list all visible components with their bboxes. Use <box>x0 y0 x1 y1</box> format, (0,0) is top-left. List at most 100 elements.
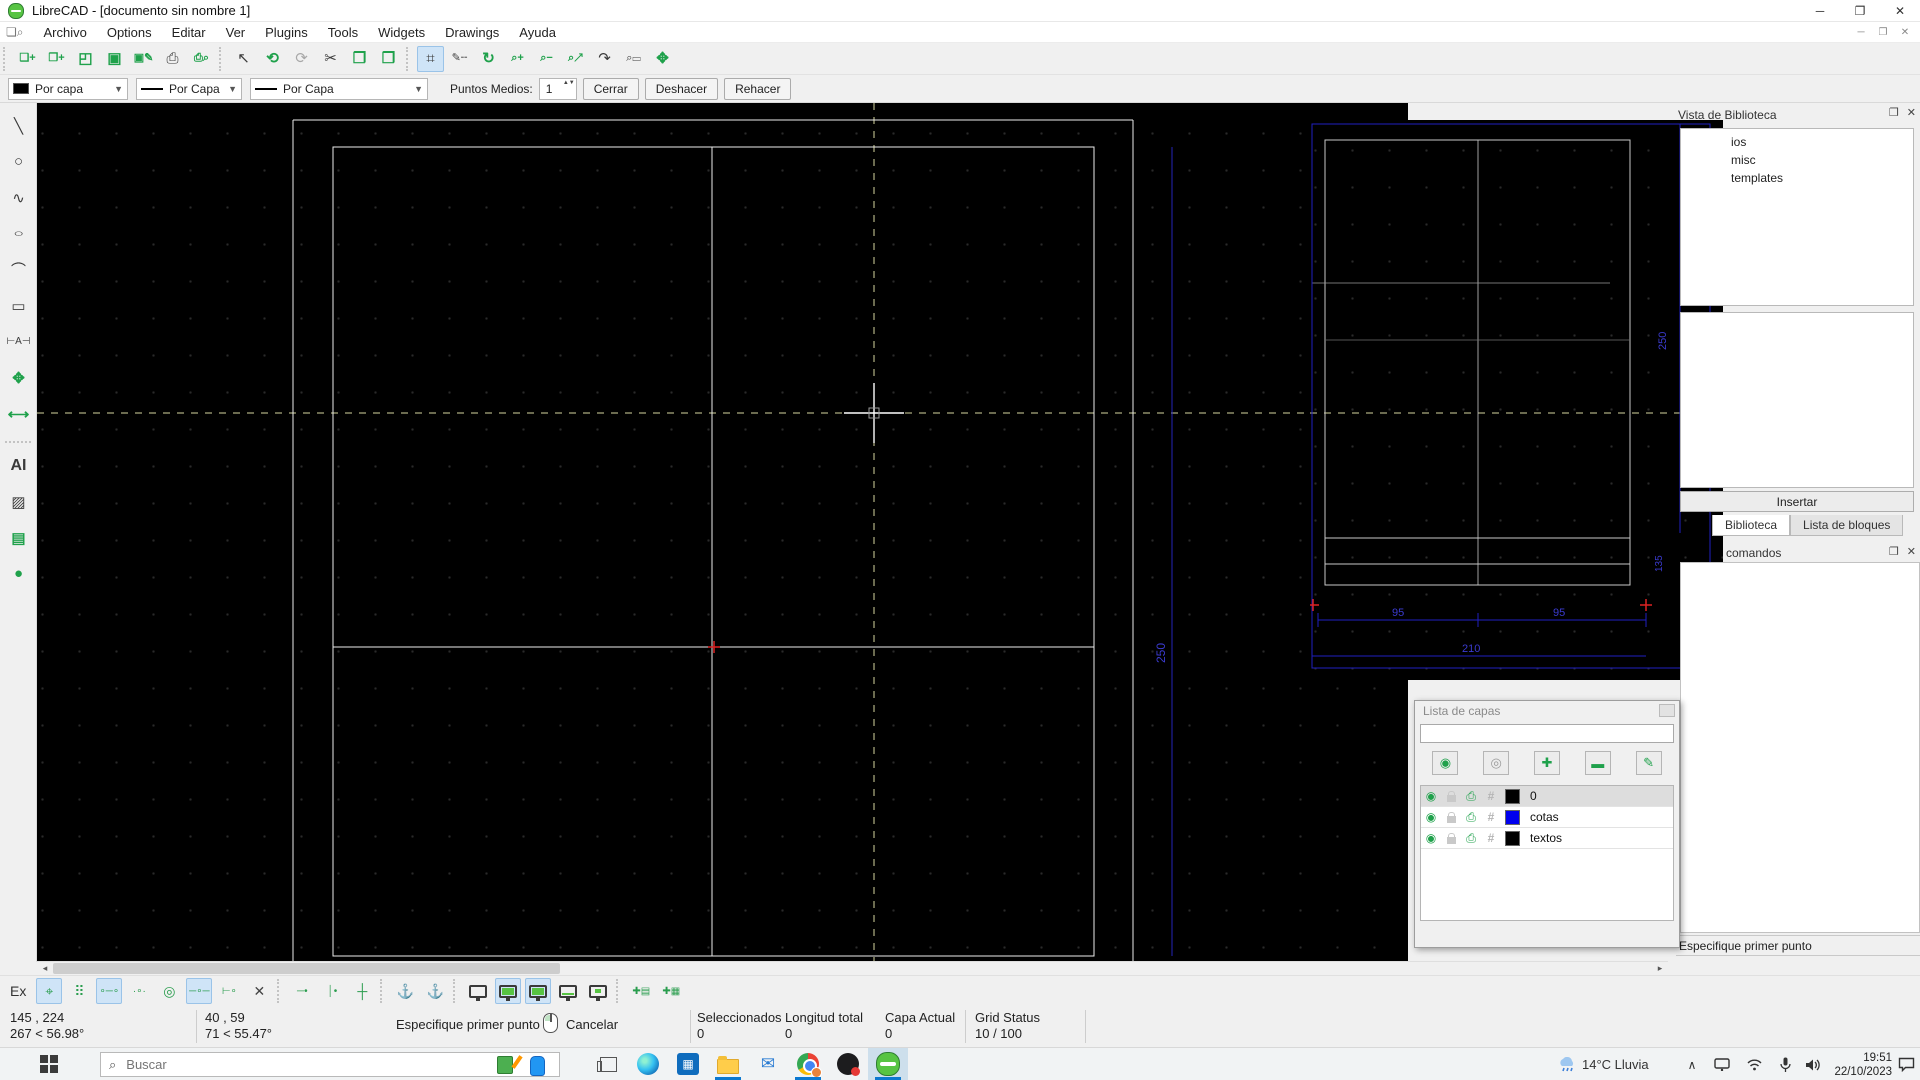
template-document-canvas[interactable]: 250 297 135 95 95 210 <box>1310 120 1723 680</box>
draft-mode-icon[interactable]: ✎╌ <box>446 46 473 72</box>
menu-widgets[interactable]: Widgets <box>368 23 435 42</box>
draft-view-5-icon[interactable] <box>585 978 611 1004</box>
weather-text[interactable]: 14°C Lluvia <box>1582 1048 1662 1080</box>
close-button[interactable]: ✕ <box>1880 0 1920 22</box>
layer-print-icon[interactable]: ⎙ <box>1461 810 1481 825</box>
tab-lista-de-bloques[interactable]: Lista de bloques <box>1790 515 1903 536</box>
start-button[interactable] <box>40 1055 58 1073</box>
close-panel-icon[interactable]: ✕ <box>1907 106 1916 119</box>
layer-construction-icon[interactable]: # <box>1481 789 1501 803</box>
previous-view-icon[interactable]: ↷ <box>591 46 618 72</box>
spline-tool-icon[interactable]: ∿ <box>4 183 33 212</box>
scroll-right-arrow-icon[interactable]: ▸ <box>1652 962 1668 975</box>
notifications-icon[interactable] <box>1894 1048 1918 1080</box>
linetype-combobox[interactable]: Por Capa ▼ <box>250 78 428 100</box>
new-document-icon[interactable]: ❏+ <box>14 46 41 72</box>
layer-print-icon[interactable]: ⎙ <box>1461 789 1481 804</box>
grid-toggle-icon[interactable]: ⌗ <box>417 46 444 72</box>
undo-icon[interactable]: ⟲ <box>259 46 286 72</box>
arc-tool-icon[interactable]: ⌒ <box>4 255 33 284</box>
new-from-template-icon[interactable]: ❐+ <box>43 46 70 72</box>
edge-app-icon[interactable] <box>628 1048 668 1080</box>
draft-view-1-icon[interactable] <box>465 978 491 1004</box>
copy-icon[interactable]: ❐ <box>346 46 373 72</box>
circle-tool-icon[interactable]: ○ <box>4 147 33 176</box>
menu-ver[interactable]: Ver <box>216 23 256 42</box>
open-icon[interactable]: ◰ <box>72 46 99 72</box>
redo-button[interactable]: Rehacer <box>724 78 791 100</box>
add-snap-toolbar-icon[interactable]: ✚▦ <box>658 978 684 1004</box>
dimension-tool-icon[interactable]: ⟷ <box>4 399 33 428</box>
line-tool-icon[interactable]: ╲ <box>4 111 33 140</box>
text-tool-icon[interactable]: AI <box>4 451 33 480</box>
auto-zoom-icon[interactable]: ⌕↗ <box>562 46 589 72</box>
zoom-out-icon[interactable]: ⌕− <box>533 46 560 72</box>
horizontal-scrollbar[interactable]: ◂ ▸ <box>37 961 1668 975</box>
layer-print-icon[interactable]: ⎙ <box>1461 831 1481 846</box>
snap-grid-icon[interactable]: ⠿ <box>66 978 92 1004</box>
layer-visible-icon[interactable]: ◉ <box>1421 789 1441 803</box>
menu-tools[interactable]: Tools <box>318 23 368 42</box>
layer-filter-input[interactable] <box>1420 724 1674 743</box>
file-explorer-app-icon[interactable] <box>708 1048 748 1080</box>
layer-construction-icon[interactable]: # <box>1481 810 1501 824</box>
menu-drawings[interactable]: Drawings <box>435 23 509 42</box>
close-panel-icon[interactable]: ✕ <box>1907 545 1916 558</box>
move-rotate-tool-icon[interactable]: ✥ <box>4 363 33 392</box>
save-as-icon[interactable]: ▣✎ <box>130 46 157 72</box>
library-folder-templates[interactable]: templates <box>1681 169 1913 187</box>
library-folder-misc[interactable]: misc <box>1681 151 1913 169</box>
selection-pointer-icon[interactable]: ↖ <box>230 46 257 72</box>
layer-construction-icon[interactable]: # <box>1481 831 1501 845</box>
minimize-button[interactable]: ─ <box>1800 0 1840 22</box>
layer-row[interactable]: ◉⎙#0 <box>1421 786 1673 807</box>
layer-lock-icon[interactable] <box>1441 812 1461 823</box>
pan-icon[interactable]: ✥ <box>649 46 676 72</box>
remove-layer-button[interactable]: ▬ <box>1585 751 1611 775</box>
drawing-canvas[interactable]: 250 <box>37 103 1408 961</box>
layer-color-swatch[interactable] <box>1505 831 1520 846</box>
ellipse-tool-icon[interactable]: ○ <box>4 219 33 248</box>
point-tool-icon[interactable]: ● <box>4 559 33 588</box>
menu-options[interactable]: Options <box>97 23 162 42</box>
paste-icon[interactable]: ❒ <box>375 46 402 72</box>
volume-icon[interactable] <box>1800 1048 1826 1080</box>
print-icon[interactable]: ⎙ <box>159 46 186 72</box>
redraw-icon[interactable]: ↻ <box>475 46 502 72</box>
layer-row[interactable]: ◉⎙#textos <box>1421 828 1673 849</box>
dock-panel-button[interactable] <box>1659 704 1675 717</box>
command-history[interactable] <box>1680 562 1920 933</box>
snap-endpoints-icon[interactable]: ∘─∘ <box>96 978 122 1004</box>
maximize-button[interactable]: ❐ <box>1840 0 1880 22</box>
redo-icon[interactable]: ⟳ <box>288 46 315 72</box>
layer-color-swatch[interactable] <box>1505 810 1520 825</box>
restrict-vertical-icon[interactable]: │• <box>319 978 345 1004</box>
menu-ayuda[interactable]: Ayuda <box>509 23 566 42</box>
layer-visible-icon[interactable]: ◉ <box>1421 831 1441 845</box>
float-panel-icon[interactable]: ❐ <box>1889 545 1899 558</box>
set-relative-zero-icon[interactable]: ⚓ <box>392 978 418 1004</box>
menu-archivo[interactable]: Archivo <box>33 23 96 42</box>
spinner-arrows-icon[interactable]: ▲▼ <box>563 79 575 87</box>
mdi-minimize-button[interactable]: ─ <box>1850 22 1872 42</box>
librecad-app-icon[interactable] <box>868 1048 908 1080</box>
print-preview-icon[interactable]: ⎙⌕ <box>188 46 215 72</box>
scroll-left-arrow-icon[interactable]: ◂ <box>37 962 53 975</box>
dimension-text-tool-icon[interactable]: ⊢A⊣ <box>4 327 33 356</box>
add-layer-button[interactable]: ✚ <box>1534 751 1560 775</box>
mdi-restore-button[interactable]: ❐ <box>1872 22 1894 42</box>
insert-button[interactable]: Insertar <box>1680 491 1914 512</box>
show-all-layers-button[interactable]: ◉ <box>1432 751 1458 775</box>
layer-table[interactable]: ◉⎙#0◉⎙#cotas◉⎙#textos <box>1420 785 1674 921</box>
snap-on-entity-icon[interactable]: ·∘· <box>126 978 152 1004</box>
snap-intersection-icon[interactable]: ✕ <box>246 978 272 1004</box>
search-input[interactable] <box>124 1056 551 1073</box>
restrict-orthogonal-icon[interactable]: ┼ <box>349 978 375 1004</box>
width-combobox[interactable]: Por Capa ▼ <box>136 78 242 100</box>
library-tree[interactable]: iosmisctemplates <box>1680 128 1914 306</box>
exclusive-snap-button[interactable]: Ex <box>10 983 26 999</box>
color-combobox[interactable]: Por capa ▼ <box>8 78 128 100</box>
microphone-icon[interactable] <box>1774 1048 1796 1080</box>
restrict-horizontal-icon[interactable]: ─• <box>289 978 315 1004</box>
cast-icon[interactable] <box>1710 1048 1734 1080</box>
